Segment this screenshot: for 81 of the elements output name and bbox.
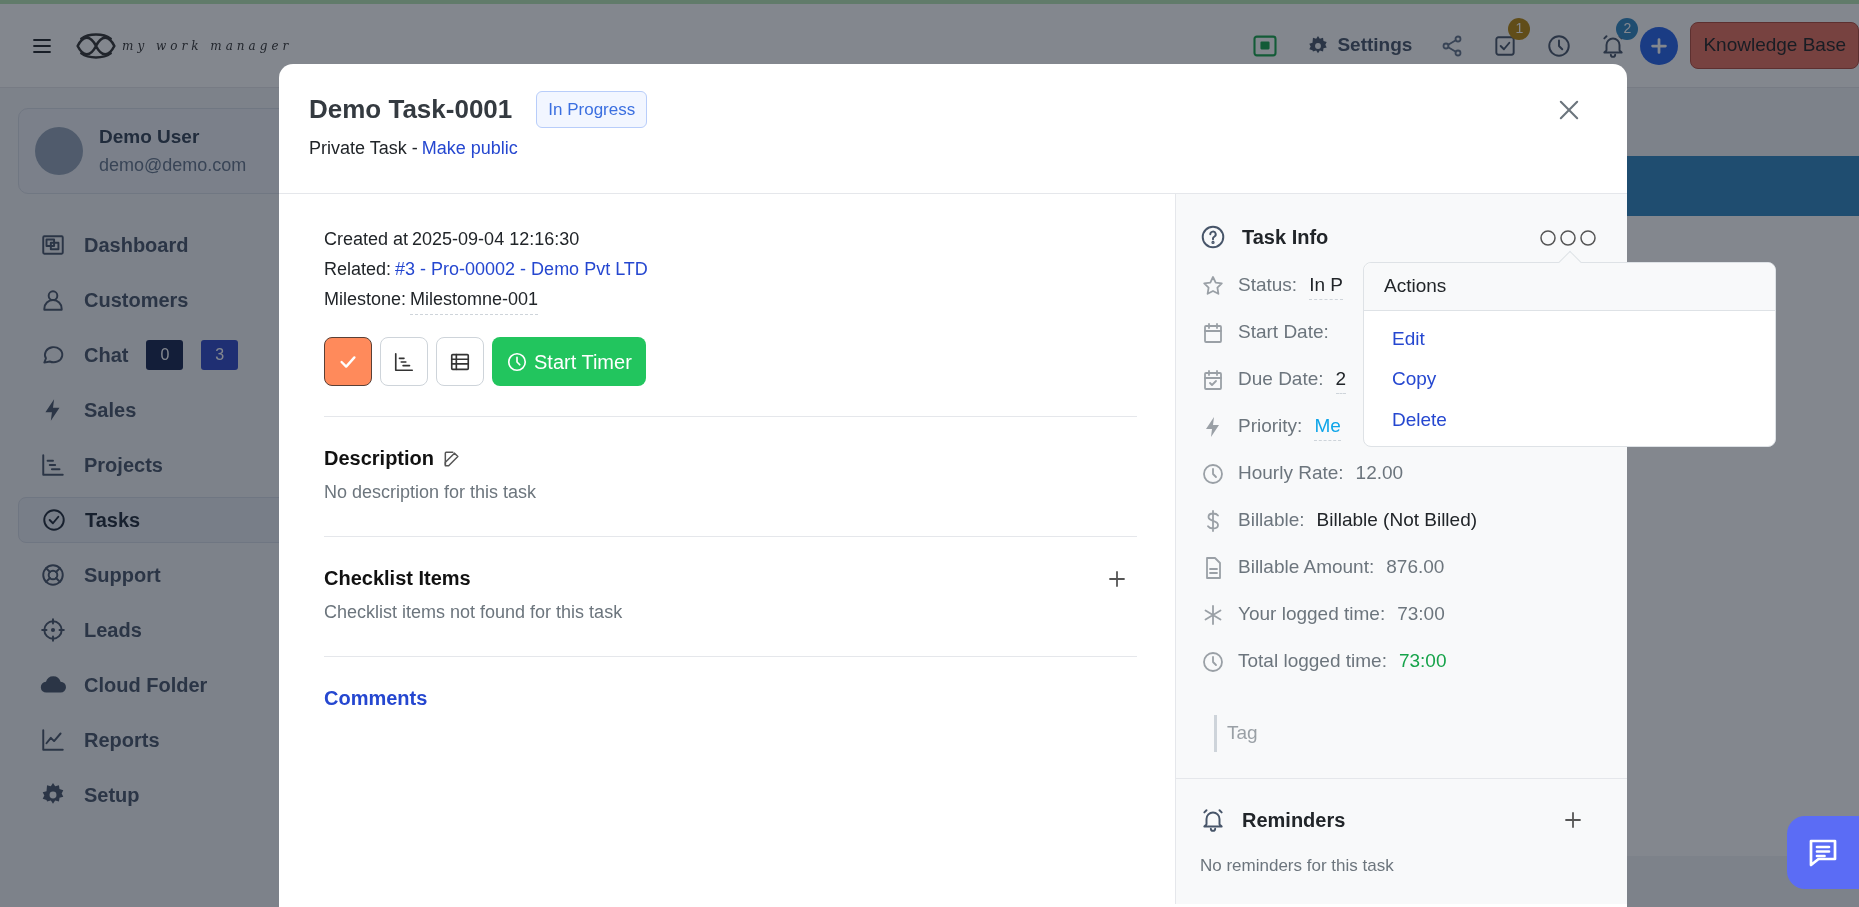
info-label: Billable Amount:: [1238, 555, 1375, 580]
meta-label: Milestone:: [324, 288, 407, 311]
sidebar-item[interactable]: Customers: [18, 276, 290, 323]
sidebar-item[interactable]: Cloud Folder: [18, 661, 290, 708]
sidebar-item[interactable]: Dashboard: [18, 221, 290, 268]
start-timer-button[interactable]: Start Timer: [492, 337, 646, 386]
comments-link[interactable]: Comments: [324, 683, 428, 713]
clock-icon: [1546, 32, 1573, 59]
count-badge: 3: [201, 339, 239, 370]
avatar: [35, 126, 83, 175]
info-label: Total logged time:: [1238, 649, 1387, 674]
help-icon: [1200, 224, 1226, 250]
info-label: Start Date:: [1238, 320, 1329, 345]
info-label: Hourly Rate:: [1238, 461, 1344, 486]
info-value: Billable (Not Billed): [1316, 508, 1478, 533]
sidebar-item[interactable]: Support: [18, 551, 290, 598]
related-link[interactable]: #3 - Pro-00002 - Demo Pvt LTD: [395, 254, 648, 284]
sidebar-item[interactable]: Leads: [18, 606, 290, 653]
meta-label: Related:: [324, 258, 392, 281]
bar-steps-icon: [40, 451, 66, 478]
calendar-icon: [1201, 320, 1225, 345]
menu-item[interactable]: Delete: [1364, 399, 1775, 440]
chart-button[interactable]: [380, 337, 428, 386]
count-badge: 2: [1616, 17, 1639, 40]
bar-steps-icon: [393, 350, 415, 373]
empty-message: No reminders for this task: [1200, 854, 1395, 877]
star-icon: [1201, 273, 1225, 298]
calendar-check-icon: [1201, 367, 1225, 392]
info-label: Due Date:: [1238, 367, 1324, 392]
task-title: Demo Task-0001: [309, 93, 513, 126]
info-value[interactable]: In P: [1309, 270, 1343, 301]
section-title: Checklist Items: [324, 566, 471, 591]
menu-item[interactable]: Copy: [1364, 359, 1775, 400]
section-title: Description: [324, 446, 435, 471]
complete-button[interactable]: [324, 337, 372, 386]
count-badge: 1: [1508, 17, 1531, 40]
sidebar-item[interactable]: Reports: [18, 716, 290, 763]
clock-icon: [506, 350, 528, 373]
status-badge: In Progress: [536, 90, 648, 129]
meta-value: 2025-09-04 12:16:30: [412, 228, 580, 251]
milestone-value[interactable]: Milestomne-001: [410, 284, 539, 315]
sidebar-item[interactable]: Chat 0 3: [18, 331, 290, 378]
visibility-text: Private Task -: [309, 137, 418, 160]
sidebar-item[interactable]: Sales: [18, 386, 290, 433]
more-icon: [1539, 227, 1597, 248]
make-public-link[interactable]: Make public: [421, 135, 518, 162]
clock-icon: [1201, 649, 1225, 674]
settings-link[interactable]: Settings: [1307, 31, 1413, 60]
chat-button[interactable]: [1787, 816, 1859, 889]
crosshair-icon: [40, 616, 66, 643]
info-value[interactable]: 2: [1335, 364, 1347, 395]
info-label: Billable:: [1238, 508, 1305, 533]
info-value: 876.00: [1386, 555, 1445, 580]
tag-field[interactable]: Tag: [1214, 715, 1414, 752]
info-value[interactable]: Me: [1314, 411, 1341, 442]
empty-message: Checklist items not found for this task: [324, 601, 624, 624]
info-value: 12.00: [1355, 461, 1404, 486]
check-circle-icon: [41, 506, 67, 533]
line-chart-icon: [40, 726, 66, 753]
knowledge-base-button[interactable]: Knowledge Base: [1690, 22, 1859, 69]
empty-message: No description for this task: [324, 481, 538, 504]
logo-text: my work manager: [122, 37, 293, 55]
info-label: Your logged time:: [1238, 602, 1386, 627]
info-label: Status:: [1238, 273, 1298, 298]
info-label: Priority:: [1238, 414, 1303, 439]
info-value: 73:00: [1398, 649, 1447, 674]
user-name: Demo User: [99, 125, 201, 149]
sidebar-item[interactable]: Projects: [18, 441, 290, 488]
count-badge: 0: [146, 339, 184, 370]
info-value: 73:00: [1397, 602, 1445, 627]
panel-title: Reminders: [1242, 807, 1346, 833]
sidebar-item[interactable]: Setup: [18, 771, 290, 818]
panel-title: Task Info: [1242, 225, 1329, 250]
user-email: demo@demo.com: [99, 153, 247, 177]
bell-icon: [1200, 806, 1226, 833]
meta-label: Created at: [324, 228, 409, 251]
table-button[interactable]: [436, 337, 484, 386]
clock-icon: [1201, 461, 1225, 486]
menu-item[interactable]: Edit: [1364, 318, 1775, 359]
lifebuoy-icon: [40, 561, 66, 588]
menu-title: Actions: [1364, 263, 1775, 311]
